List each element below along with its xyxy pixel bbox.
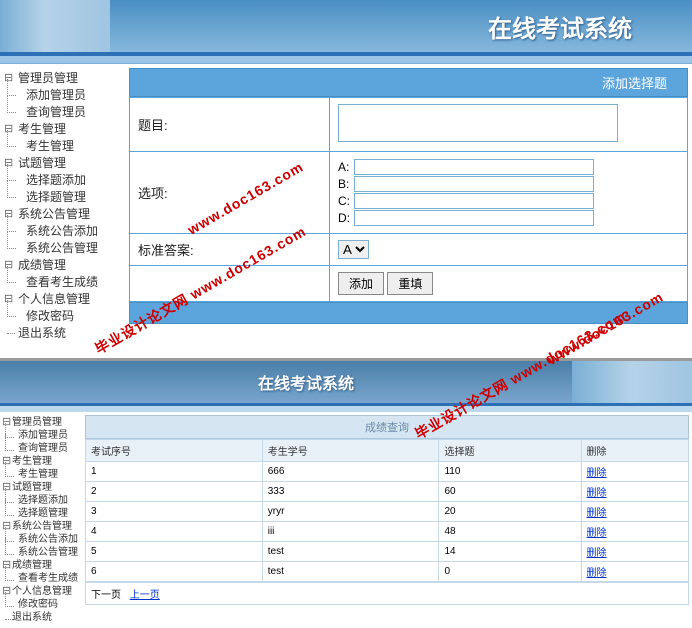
- banner-image-right: [572, 361, 692, 403]
- sidebar-item[interactable]: 退出系统: [4, 325, 121, 342]
- sidebar-item[interactable]: 查看考生成绩: [4, 274, 121, 291]
- bottom-banner: 在线考试系统: [0, 361, 692, 403]
- sidebar-item[interactable]: 成绩管理: [4, 257, 121, 274]
- sidebar-item[interactable]: 查询管理员: [4, 104, 121, 121]
- delete-link[interactable]: 删除: [587, 528, 607, 539]
- content-bottom: 成绩查询 考试序号考生学号选择题删除 1666110删除233360删除3yry…: [82, 412, 692, 628]
- banner-image-left: [0, 0, 110, 52]
- sidebar-item[interactable]: 选择题管理: [2, 507, 80, 520]
- reset-button[interactable]: 重填: [387, 272, 433, 295]
- sidebar-item[interactable]: 考生管理: [4, 138, 121, 155]
- delete-link[interactable]: 删除: [587, 548, 607, 559]
- top-banner: 在线考试系统: [0, 0, 692, 52]
- sidebar-item[interactable]: 试题管理: [4, 155, 121, 172]
- subject-input[interactable]: [338, 104, 618, 142]
- sub-title: 成绩查询: [85, 415, 689, 439]
- table-row: 5test14删除: [86, 542, 689, 562]
- add-question-form: 题目: 选项: A: B: C: D: 标准答案: A: [129, 97, 688, 302]
- table-row: 4iii48删除: [86, 522, 689, 542]
- delete-link[interactable]: 删除: [587, 468, 607, 479]
- sidebar-item[interactable]: 考生管理: [4, 121, 121, 138]
- column-header: 考试序号: [86, 440, 263, 462]
- answer-label: 标准答案:: [130, 234, 330, 266]
- panel-title: 添加选择题: [129, 68, 688, 97]
- sidebar-item[interactable]: 系统公告管理: [4, 206, 121, 223]
- sidebar-item[interactable]: 选择题管理: [4, 189, 121, 206]
- sidebar-item[interactable]: 查看考生成绩: [2, 572, 80, 585]
- table-row: 3yryr20删除: [86, 502, 689, 522]
- sidebar-item[interactable]: 考生管理: [2, 468, 80, 481]
- sidebar-item[interactable]: 管理员管理: [4, 70, 121, 87]
- pager-next[interactable]: 下一页: [91, 590, 121, 601]
- option-c-input[interactable]: [354, 193, 594, 209]
- pager: 下一页 上一页: [85, 582, 689, 605]
- sidebar-item[interactable]: 修改密码: [4, 308, 121, 325]
- answer-select[interactable]: A: [338, 240, 369, 259]
- sidebar-item[interactable]: 选择题添加: [4, 172, 121, 189]
- banner-title: 在线考试系统: [110, 9, 692, 44]
- sidebar-item[interactable]: 系统公告管理: [4, 240, 121, 257]
- subject-label: 题目:: [130, 98, 330, 152]
- option-b-input[interactable]: [354, 176, 594, 192]
- table-row: 233360删除: [86, 482, 689, 502]
- option-a-input[interactable]: [354, 159, 594, 175]
- column-header: 删除: [581, 440, 688, 462]
- sidebar-item[interactable]: 查询管理员: [2, 442, 80, 455]
- content-top: 添加选择题 题目: 选项: A: B: C: D: 标准答案:: [125, 64, 692, 348]
- option-label: 选项:: [130, 152, 330, 234]
- column-header: 选择题: [439, 440, 581, 462]
- delete-link[interactable]: 删除: [587, 568, 607, 579]
- pager-prev[interactable]: 上一页: [130, 590, 160, 601]
- sidebar-item[interactable]: 系统公告管理: [2, 546, 80, 559]
- table-row: 6test0删除: [86, 562, 689, 582]
- column-header: 考生学号: [262, 440, 439, 462]
- sidebar-item[interactable]: 添加管理员: [4, 87, 121, 104]
- delete-link[interactable]: 删除: [587, 508, 607, 519]
- sidebar-item[interactable]: 系统公告添加: [4, 223, 121, 240]
- table-row: 1666110删除: [86, 462, 689, 482]
- sidebar-item[interactable]: 修改密码: [2, 598, 80, 611]
- add-button[interactable]: 添加: [338, 272, 384, 295]
- banner-title-bottom: 在线考试系统: [218, 370, 354, 394]
- option-d-input[interactable]: [354, 210, 594, 226]
- sidebar-item[interactable]: 退出系统: [2, 611, 80, 624]
- score-table: 考试序号考生学号选择题删除 1666110删除233360删除3yryr20删除…: [85, 439, 689, 582]
- sidebar-item[interactable]: 个人信息管理: [4, 291, 121, 308]
- sidebar-top: 管理员管理添加管理员查询管理员考生管理考生管理试题管理选择题添加选择题管理系统公…: [0, 64, 125, 348]
- content-footer-bar: [129, 302, 688, 324]
- sidebar-bottom: 管理员管理添加管理员查询管理员考生管理考生管理试题管理选择题添加选择题管理系统公…: [0, 412, 82, 628]
- delete-link[interactable]: 删除: [587, 488, 607, 499]
